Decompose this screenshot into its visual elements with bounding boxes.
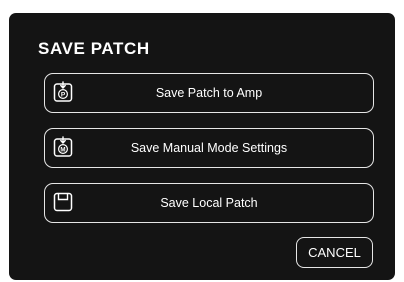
save-manual-mode-settings-label: Save Manual Mode Settings	[130, 141, 288, 155]
save-local-patch-label: Save Local Patch	[160, 196, 258, 210]
save-local-patch-button[interactable]: Save Local Patch	[44, 183, 374, 223]
cancel-button[interactable]: CANCEL	[296, 237, 373, 268]
save-patch-to-amp-label: Save Patch to Amp	[155, 86, 263, 100]
dialog-title: SAVE PATCH	[38, 39, 150, 58]
save-patch-to-amp-button[interactable]: P Save Patch to Amp	[44, 73, 374, 113]
save-patch-dialog: SAVE PATCH P Save Patch to Amp M Save Ma…	[9, 13, 395, 280]
save-manual-mode-settings-button[interactable]: M Save Manual Mode Settings	[44, 128, 374, 168]
